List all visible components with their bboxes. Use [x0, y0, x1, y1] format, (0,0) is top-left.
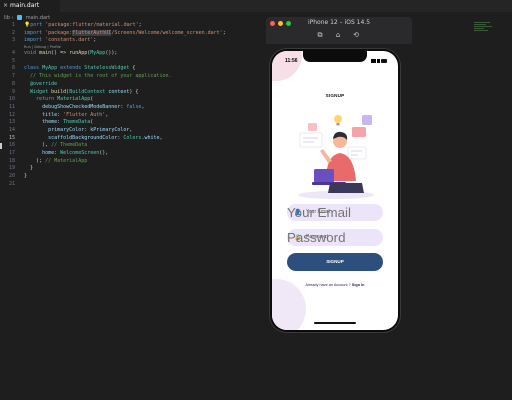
signup-illustration	[298, 115, 374, 199]
email-field[interactable]: 👤 Your Email	[287, 204, 383, 221]
line-number: 7	[11, 73, 15, 80]
line-number: 21	[8, 180, 15, 187]
decorative-blob-top	[272, 51, 302, 81]
editor-tab-bar: × main.dart	[0, 0, 512, 12]
code-line: ); // MaterialApp	[24, 157, 88, 164]
screenshot-icon[interactable]: ⧉	[316, 31, 324, 39]
line-number: 9	[11, 88, 15, 95]
line-number: 8	[11, 80, 15, 87]
line-number-gutter: 123 4 5 6 7 8 9 10 11 12 13 14 15 16 17 18 19 20 21	[0, 22, 18, 188]
rotate-icon[interactable]: ⟲	[352, 31, 360, 39]
phone-notch	[303, 51, 367, 62]
signal-icon	[371, 59, 376, 63]
code-line: 💡port 'package:flutter/material.dart';	[24, 22, 142, 28]
code-line: import 'constants.dart';	[24, 37, 97, 44]
status-icons	[371, 59, 387, 63]
page-title: SIGNUP	[325, 93, 345, 98]
dart-file-icon	[17, 15, 23, 20]
line-number: 11	[8, 103, 15, 110]
code-line: class MyApp extends StatelessWidget {	[24, 65, 136, 72]
code-line: primaryColor: kPrimaryColor,	[48, 126, 133, 133]
line-number: 18	[8, 157, 15, 164]
email-input[interactable]	[287, 204, 383, 221]
code-line: void main() => runApp(MyApp());	[24, 50, 118, 57]
breadcrumb-folder[interactable]: lib	[4, 15, 10, 21]
line-number: 4	[11, 50, 15, 57]
line-number: 6	[11, 65, 15, 72]
line-number: 2	[11, 29, 15, 36]
line-number: 14	[8, 126, 15, 133]
current-line-marker	[0, 143, 2, 149]
wifi-icon	[377, 59, 380, 63]
line-number: 15	[8, 134, 15, 141]
code-line: ), // ThemeData	[24, 142, 88, 149]
signin-link[interactable]: Sign In	[352, 283, 365, 287]
line-number: 1	[11, 22, 15, 28]
line-number: 17	[8, 150, 15, 156]
simulator-tools: ⧉ ⌂ ⟲	[316, 31, 362, 41]
home-icon[interactable]: ⌂	[334, 31, 342, 39]
home-indicator	[314, 322, 356, 324]
line-number: 16	[8, 142, 15, 149]
code-line: }	[24, 165, 34, 172]
breadcrumb: lib › main.dart	[4, 14, 50, 22]
code-line: debugShowCheckedModeBanner: false,	[42, 103, 145, 110]
code-line: theme: ThemeData(	[42, 119, 94, 126]
chevron-right-icon: ›	[11, 15, 14, 21]
phone-screen: 11:56 SIGNUP 👤 Your Email 🔒 Password SIG…	[272, 51, 398, 330]
code-line: import 'package:flutterAuthUI/Screens/We…	[24, 29, 226, 36]
minimap[interactable]	[474, 22, 494, 36]
password-field[interactable]: 🔒 Password	[287, 229, 383, 246]
code-line: scaffoldBackgroundColor: Colors.white,	[48, 134, 163, 141]
close-icon[interactable]: ×	[3, 0, 8, 12]
code-line: return MaterialApp(	[36, 96, 94, 103]
tab-main-dart[interactable]: × main.dart	[0, 0, 60, 12]
battery-icon	[381, 59, 387, 63]
line-number: 3	[11, 37, 15, 44]
status-time: 11:56	[285, 58, 298, 64]
line-number: 19	[8, 165, 15, 172]
line-number: 12	[8, 111, 15, 118]
code-line: Widget build(BuildContext context) {	[30, 88, 139, 95]
line-number: 13	[8, 119, 15, 126]
already-have-account-text: Already have an Account ?	[305, 283, 352, 287]
signup-button[interactable]: SIGNUP	[287, 253, 383, 271]
code-editor[interactable]: 💡port 'package:flutter/material.dart'; i…	[24, 22, 284, 188]
signin-prompt: Already have an Account ? Sign In	[272, 283, 398, 287]
breadcrumb-file[interactable]: main.dart	[26, 15, 50, 21]
line-number: 10	[8, 96, 15, 103]
simulator-title: iPhone 12 – iOS 14.5	[307, 19, 371, 26]
code-line: @override	[30, 80, 58, 87]
code-line: // This widget is the root of your appli…	[30, 73, 172, 80]
code-line: home: WelcomeScreen(),	[42, 150, 109, 156]
password-input[interactable]	[287, 229, 383, 246]
line-number: 5	[11, 57, 15, 64]
simulator-window-toolbar: iPhone 12 – iOS 14.5 ⧉ ⌂ ⟲	[266, 17, 412, 44]
code-line: title: 'Flutter Auth',	[42, 111, 109, 118]
tab-label: main.dart	[10, 2, 40, 9]
line-number: 20	[8, 173, 15, 180]
code-line: }	[24, 173, 28, 180]
